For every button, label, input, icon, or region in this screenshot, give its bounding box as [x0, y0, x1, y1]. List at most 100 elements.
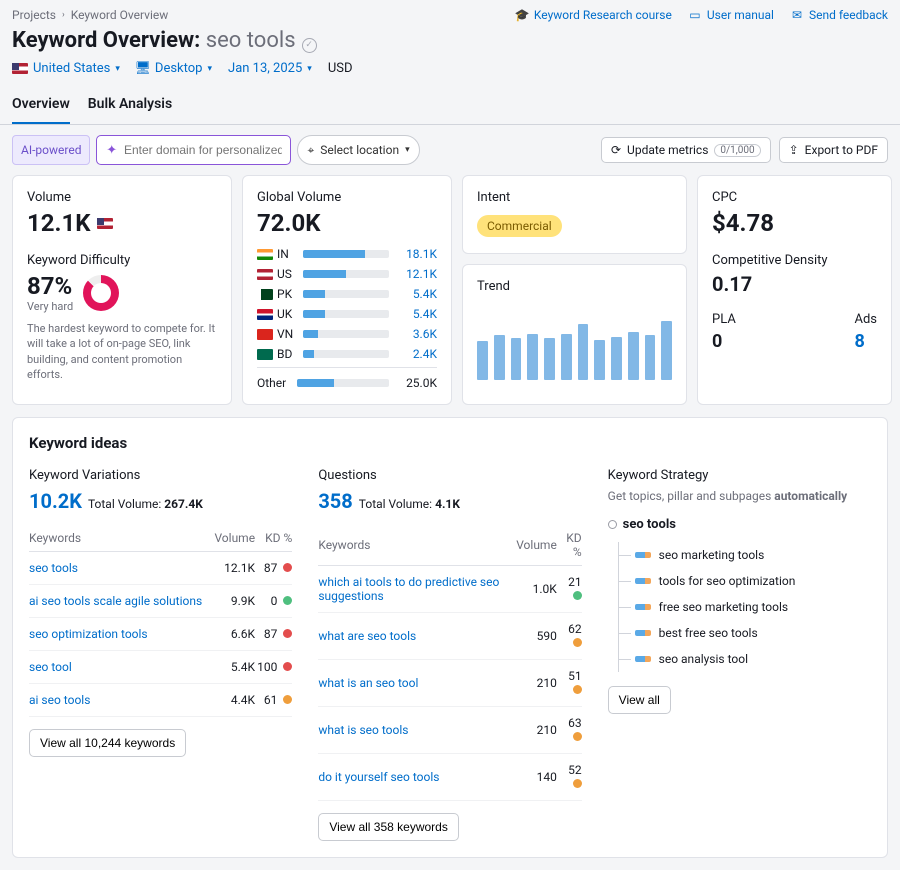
volume-label: Volume	[27, 190, 217, 205]
chevron-down-icon: ▾	[405, 145, 410, 155]
cd-value: 0.17	[712, 272, 877, 296]
strategy-item[interactable]: seo marketing tools	[619, 542, 871, 568]
kd-dot-icon	[573, 591, 582, 600]
location-select[interactable]: ⌖ Select location ▾	[297, 135, 419, 165]
keyword-link[interactable]: seo tool	[29, 660, 72, 674]
kd-level: Very hard	[27, 300, 73, 313]
trend-bar	[511, 338, 522, 380]
tab-overview[interactable]: Overview	[12, 90, 70, 124]
kd-dot-icon	[283, 629, 292, 638]
link-manual[interactable]: ▭User manual	[688, 8, 774, 22]
trend-bar	[544, 338, 555, 380]
kd-dot-icon	[283, 596, 292, 605]
minibar-icon	[635, 630, 651, 636]
keyword-link[interactable]: ai seo tools	[29, 693, 90, 707]
domain-input[interactable]	[124, 143, 282, 157]
variations-count[interactable]: 10.2K	[29, 489, 82, 513]
volume-cell: 4.4K	[212, 684, 255, 717]
card-global-volume: Global Volume 72.0K IN18.1KUS12.1KPK5.4K…	[242, 175, 452, 405]
strategy-item-label: best free seo tools	[659, 626, 758, 640]
volume-cell: 210	[516, 660, 557, 707]
strategy-item[interactable]: tools for seo optimization	[619, 568, 871, 594]
strategy-item[interactable]: free seo marketing tools	[619, 594, 871, 620]
questions-table: Keywords Volume KD % which ai tools to d…	[318, 525, 581, 801]
kd-dot-icon	[573, 638, 582, 647]
minibar-icon	[635, 578, 651, 584]
keyword-link[interactable]: ai seo tools scale agile solutions	[29, 594, 202, 608]
keyword-link[interactable]: what is an seo tool	[318, 676, 418, 690]
minibar-icon	[635, 656, 651, 662]
kd-value: 87%	[27, 272, 73, 300]
tab-bulk[interactable]: Bulk Analysis	[88, 90, 172, 124]
trend-bar	[561, 334, 572, 380]
keyword-link[interactable]: what are seo tools	[318, 629, 416, 643]
trend-chart	[477, 308, 672, 380]
table-row: what are seo tools59062	[318, 613, 581, 660]
cpc-label: CPC	[712, 190, 877, 205]
card-keyword-ideas: Keyword ideas Keyword Variations 10.2K T…	[12, 417, 888, 858]
keyword-link[interactable]: which ai tools to do predictive seo sugg…	[318, 575, 499, 603]
keyword-link[interactable]: seo tools	[29, 561, 78, 575]
country-volume[interactable]: 12.1K	[395, 267, 437, 281]
flag-icon	[257, 289, 273, 300]
kd-cell: 62	[557, 613, 582, 660]
questions-count[interactable]: 358	[318, 489, 352, 513]
country-code: UK	[277, 307, 297, 321]
country-volume[interactable]: 5.4K	[395, 287, 437, 301]
strategy-root: seo tools	[608, 517, 871, 532]
trend-bar	[527, 334, 538, 380]
strategy-title: Keyword Strategy	[608, 468, 871, 483]
keyword-link[interactable]: seo optimization tools	[29, 627, 148, 641]
variations-viewall-button[interactable]: View all 10,244 keywords	[29, 729, 186, 757]
keyword-link[interactable]: what is seo tools	[318, 723, 408, 737]
filter-device[interactable]: 🖥Desktop▾	[136, 61, 212, 76]
country-volume[interactable]: 2.4K	[395, 347, 437, 361]
filter-country[interactable]: United States▾	[12, 61, 120, 76]
chat-icon: ✉	[790, 8, 804, 22]
breadcrumb-root[interactable]: Projects	[12, 8, 56, 22]
kd-donut-chart	[83, 275, 119, 311]
intent-label: Intent	[477, 190, 672, 205]
country-volume[interactable]: 3.6K	[395, 327, 437, 341]
domain-input-wrapper[interactable]: ✦	[96, 135, 291, 165]
keyword-link[interactable]: do it yourself seo tools	[318, 770, 439, 784]
pla-value: 0	[712, 331, 736, 352]
global-row: VN3.6K	[257, 327, 437, 341]
verify-icon[interactable]: ✓	[302, 38, 317, 53]
kd-cell: 21	[557, 566, 582, 613]
minibar-icon	[635, 552, 651, 558]
strategy-viewall-button[interactable]: View all	[608, 686, 671, 714]
table-row: ai seo tools4.4K61	[29, 684, 292, 717]
strategy-item[interactable]: seo analysis tool	[619, 646, 871, 672]
sparkle-icon: ✦	[105, 143, 118, 157]
table-row: which ai tools to do predictive seo sugg…	[318, 566, 581, 613]
kd-dot-icon	[283, 695, 292, 704]
strategy-item[interactable]: best free seo tools	[619, 620, 871, 646]
questions-viewall-button[interactable]: View all 358 keywords	[318, 813, 459, 841]
link-feedback[interactable]: ✉Send feedback	[790, 8, 888, 22]
kd-cell: 63	[557, 707, 582, 754]
link-course[interactable]: 🎓Keyword Research course	[515, 8, 672, 22]
book-icon: ▭	[688, 8, 702, 22]
filter-date[interactable]: Jan 13, 2025▾	[228, 61, 312, 76]
tabs: Overview Bulk Analysis	[0, 84, 900, 125]
kd-dot-icon	[573, 685, 582, 694]
trend-bar	[628, 332, 639, 380]
country-volume[interactable]: 18.1K	[395, 247, 437, 261]
card-trend: Trend	[462, 264, 687, 405]
country-code: US	[277, 267, 297, 281]
ads-value[interactable]: 8	[854, 331, 864, 352]
trend-bar	[594, 340, 605, 380]
update-metrics-button[interactable]: ⟳ Update metrics 0/1,000	[601, 137, 771, 163]
country-volume[interactable]: 5.4K	[395, 307, 437, 321]
export-pdf-button[interactable]: ⇪ Export to PDF	[779, 137, 888, 163]
strategy-item-label: seo marketing tools	[659, 548, 765, 562]
volume-cell: 12.1K	[212, 552, 255, 585]
global-row: BD2.4K	[257, 347, 437, 361]
global-row: UK 5.4K	[257, 307, 437, 321]
chevron-down-icon: ▾	[207, 64, 212, 74]
page-title: Keyword Overview: seo tools	[12, 28, 296, 53]
strategy-item-label: free seo marketing tools	[659, 600, 788, 614]
chevron-down-icon: ▾	[115, 64, 120, 74]
volume-bar	[303, 270, 389, 278]
